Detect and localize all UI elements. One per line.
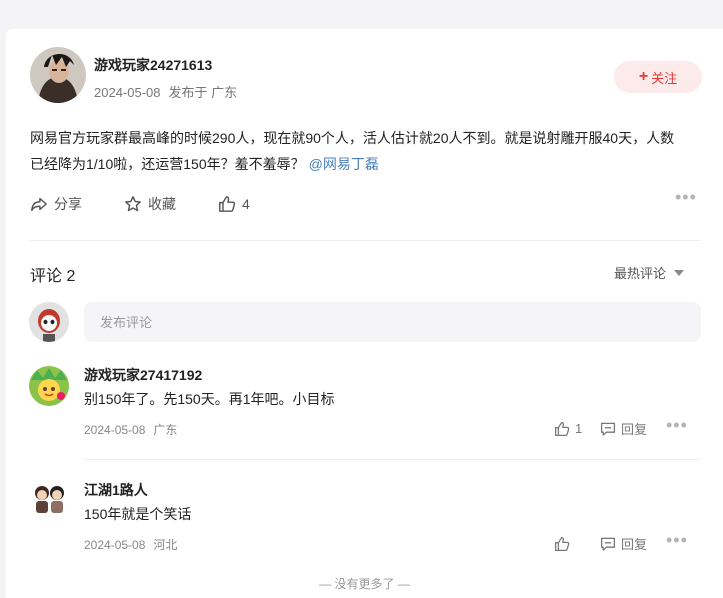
sort-label: 最热评论	[614, 266, 667, 281]
comments-title: 评论 2	[30, 268, 76, 285]
post-more-icon[interactable]: •••	[675, 187, 697, 208]
post-actions: 分享 收藏 4	[30, 194, 250, 214]
comment-author[interactable]: 游戏玩家27417192	[84, 365, 202, 385]
comment-meta: 2024-05-08 河北	[84, 536, 177, 553]
post-divider	[30, 240, 701, 241]
comment-more-icon[interactable]: •••	[666, 530, 688, 551]
caret-down-icon	[674, 269, 685, 276]
plus-icon: +	[638, 68, 649, 85]
comment-reply-button[interactable]: 回复	[600, 534, 647, 553]
comment-actions: 回复	[554, 534, 647, 553]
comment-location: 河北	[153, 538, 178, 552]
no-more-text: — 没有更多了 —	[319, 577, 410, 591]
mention-link[interactable]: @网易丁磊	[309, 156, 379, 172]
favorite-button[interactable]: 收藏	[124, 194, 218, 214]
follow-button[interactable]: + 关注	[614, 61, 702, 93]
author-avatar[interactable]	[30, 47, 86, 103]
comment-input[interactable]	[84, 302, 701, 342]
comment-text: 150年就是个笑话	[84, 506, 192, 522]
reply-icon	[600, 422, 616, 436]
post-date: 2024-05-08	[94, 85, 161, 100]
comment-date: 2024-05-08	[84, 538, 146, 552]
share-label: 分享	[54, 196, 82, 212]
comment-author[interactable]: 江湖1路人	[84, 480, 148, 500]
post-body: 网易官方玩家群最高峰的时候290人，现在就90个人，活人估计就20人不到。就是说…	[30, 125, 680, 177]
thumbs-up-icon	[554, 536, 570, 551]
comment-like-button[interactable]: 1	[554, 421, 600, 437]
reply-icon	[600, 537, 616, 551]
post-meta: 2024-05-08 发布于 广东	[94, 82, 237, 101]
author-name[interactable]: 游戏玩家24271613	[94, 55, 212, 75]
comment-like-button[interactable]	[554, 536, 600, 552]
comment-actions: 1 回复	[554, 419, 647, 438]
comment-more-icon[interactable]: •••	[666, 415, 688, 436]
like-count: 4	[242, 196, 250, 212]
comment-like-count: 1	[575, 421, 583, 436]
share-icon	[31, 197, 47, 212]
star-icon	[125, 196, 141, 212]
sort-dropdown[interactable]: 最热评论	[614, 263, 685, 282]
comment-avatar[interactable]	[29, 479, 69, 519]
favorite-label: 收藏	[148, 196, 176, 212]
share-button[interactable]: 分享	[30, 194, 124, 214]
comment-avatar[interactable]	[29, 366, 69, 406]
comment-reply-label: 回复	[621, 537, 648, 552]
comment-reply-button[interactable]: 回复	[600, 419, 647, 438]
comment-meta: 2024-05-08 广东	[84, 421, 177, 438]
follow-label: 关注	[651, 70, 678, 86]
post-card: 游戏玩家24271613 2024-05-08 发布于 广东 + 关注 网易官方玩…	[6, 29, 723, 598]
comment-location: 广东	[153, 423, 178, 437]
post-location: 发布于 广东	[168, 85, 238, 100]
my-avatar	[29, 302, 69, 342]
thumbs-up-icon	[554, 421, 570, 436]
comment-divider	[84, 459, 701, 460]
comment-text: 别150年了。先150天。再1年吧。小目标	[84, 391, 335, 407]
like-button[interactable]: 4	[218, 195, 250, 213]
thumbs-up-icon	[219, 196, 236, 212]
comment-date: 2024-05-08	[84, 423, 146, 437]
comment-reply-label: 回复	[621, 422, 648, 437]
